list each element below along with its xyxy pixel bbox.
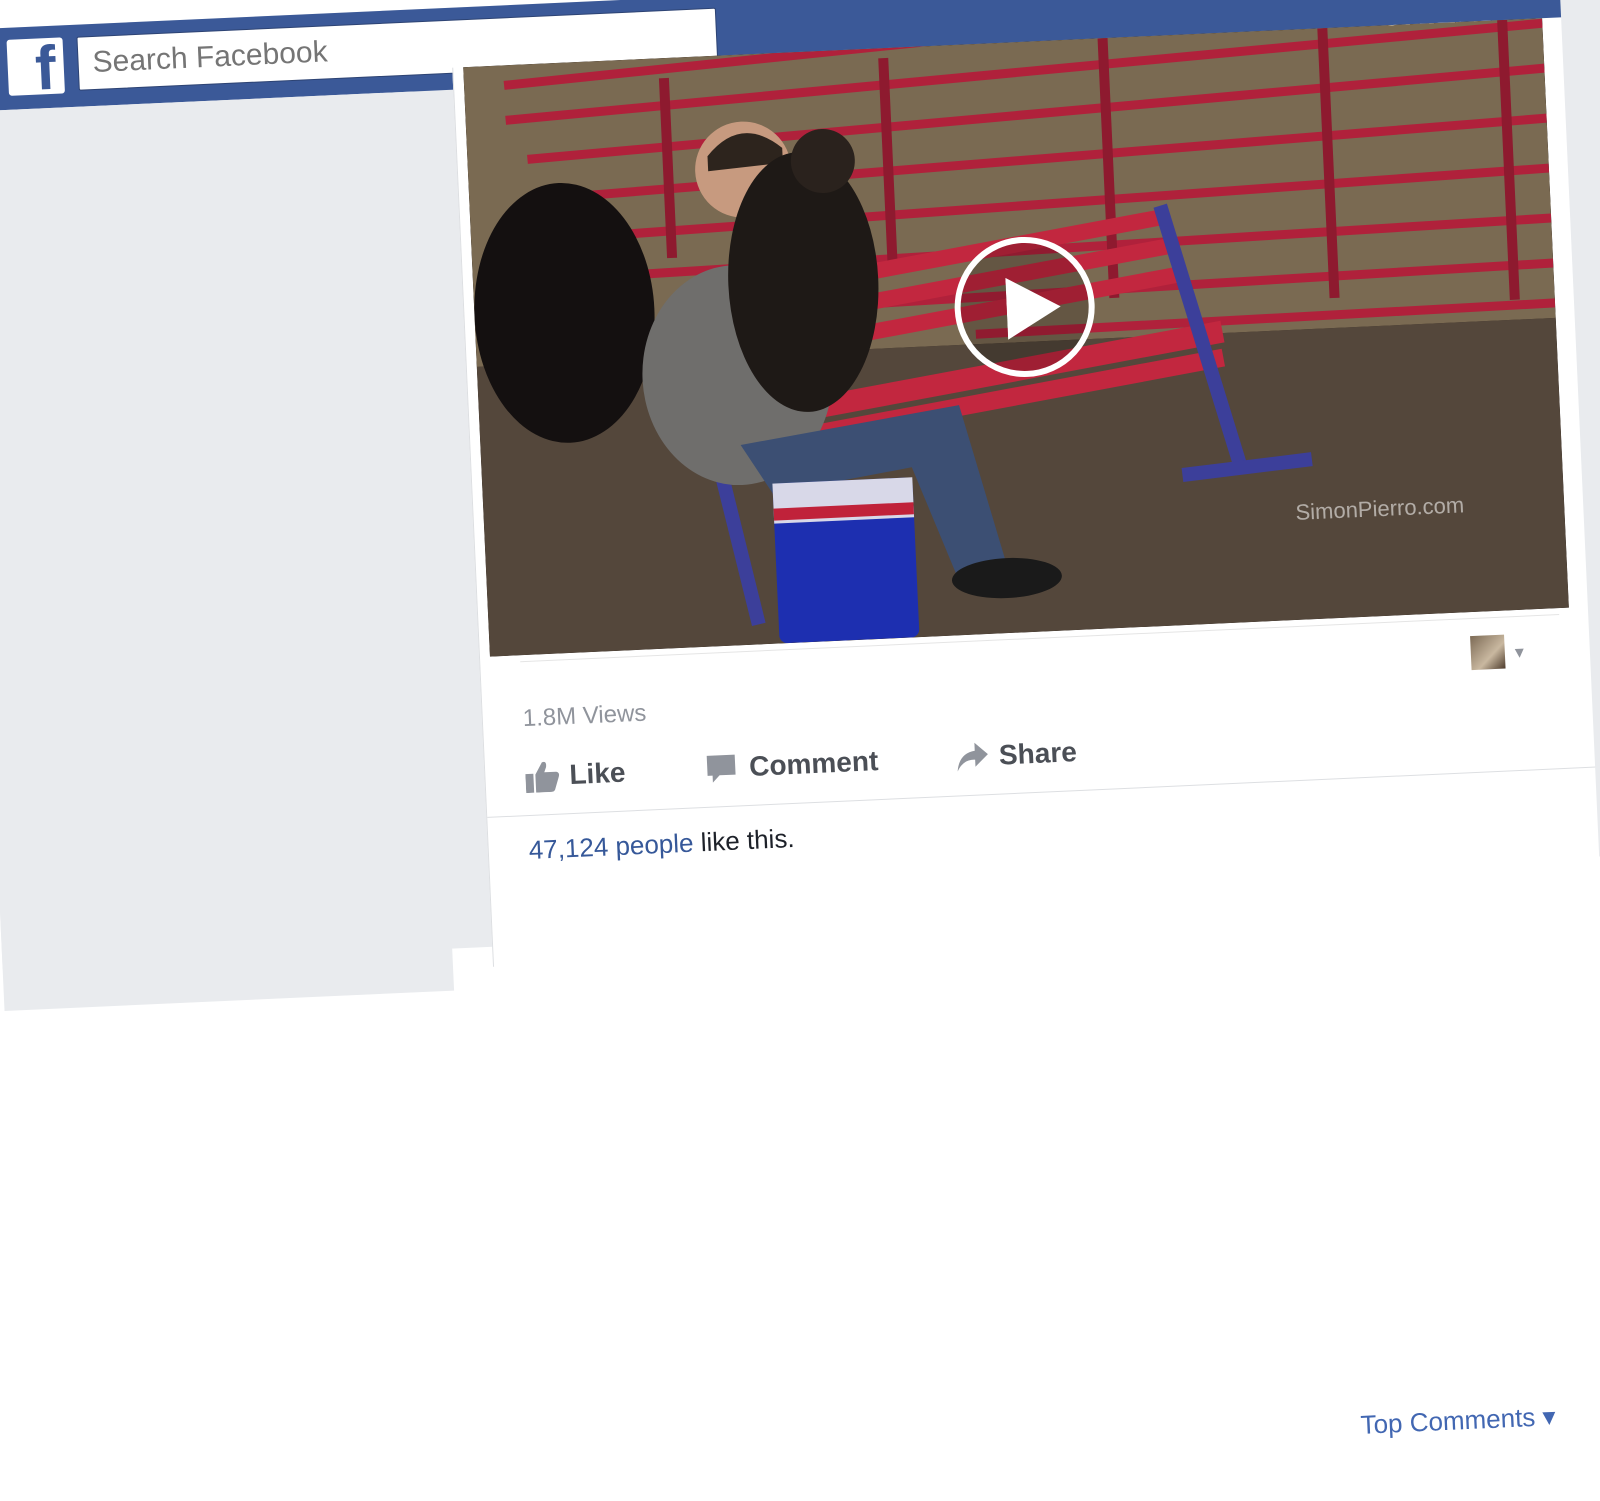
video-player[interactable]: UNILAD SimonPierro.com — [463, 18, 1569, 657]
like-button[interactable]: Like — [524, 749, 666, 805]
comment-sort-dropdown[interactable]: Top Comments ▾ — [1360, 1401, 1556, 1441]
chevron-down-icon: ▾ — [1514, 641, 1525, 664]
comment-label: Comment — [748, 745, 879, 782]
avatar — [1470, 634, 1506, 671]
like-thumb-icon — [525, 761, 560, 794]
facebook-page: f Search Facebook SimonPierro.com 1.8M V… — [0, 0, 1600, 1440]
left-sidebar — [0, 91, 455, 1011]
share-label: Share — [998, 736, 1078, 771]
view-count: 1.8M Views — [522, 699, 647, 733]
facebook-logo-letter: f — [33, 33, 58, 104]
audience-selector[interactable]: ▾ — [1470, 632, 1552, 672]
video-post-card: UNILAD SimonPierro.com 1.8M Views ▾ Like — [452, 17, 1600, 1440]
likes-count-link[interactable]: 47,124 people — [528, 828, 694, 865]
likes-summary: 47,124 people like this. — [528, 823, 795, 866]
post-actions-bar: Like Comment Share Top Comments ▾ — [524, 708, 1566, 1440]
likes-suffix: like this. — [692, 822, 796, 858]
chevron-down-icon: ▾ — [1541, 1401, 1557, 1432]
share-arrow-icon — [957, 742, 988, 772]
comment-button[interactable]: Comment — [704, 737, 926, 797]
comment-bubble-icon — [706, 754, 736, 783]
share-button[interactable]: Share — [954, 728, 1116, 785]
comment-sort-label: Top Comments — [1359, 1401, 1536, 1440]
like-label: Like — [568, 756, 627, 791]
play-icon — [1005, 277, 1061, 340]
facebook-logo-icon[interactable]: f — [6, 34, 65, 104]
